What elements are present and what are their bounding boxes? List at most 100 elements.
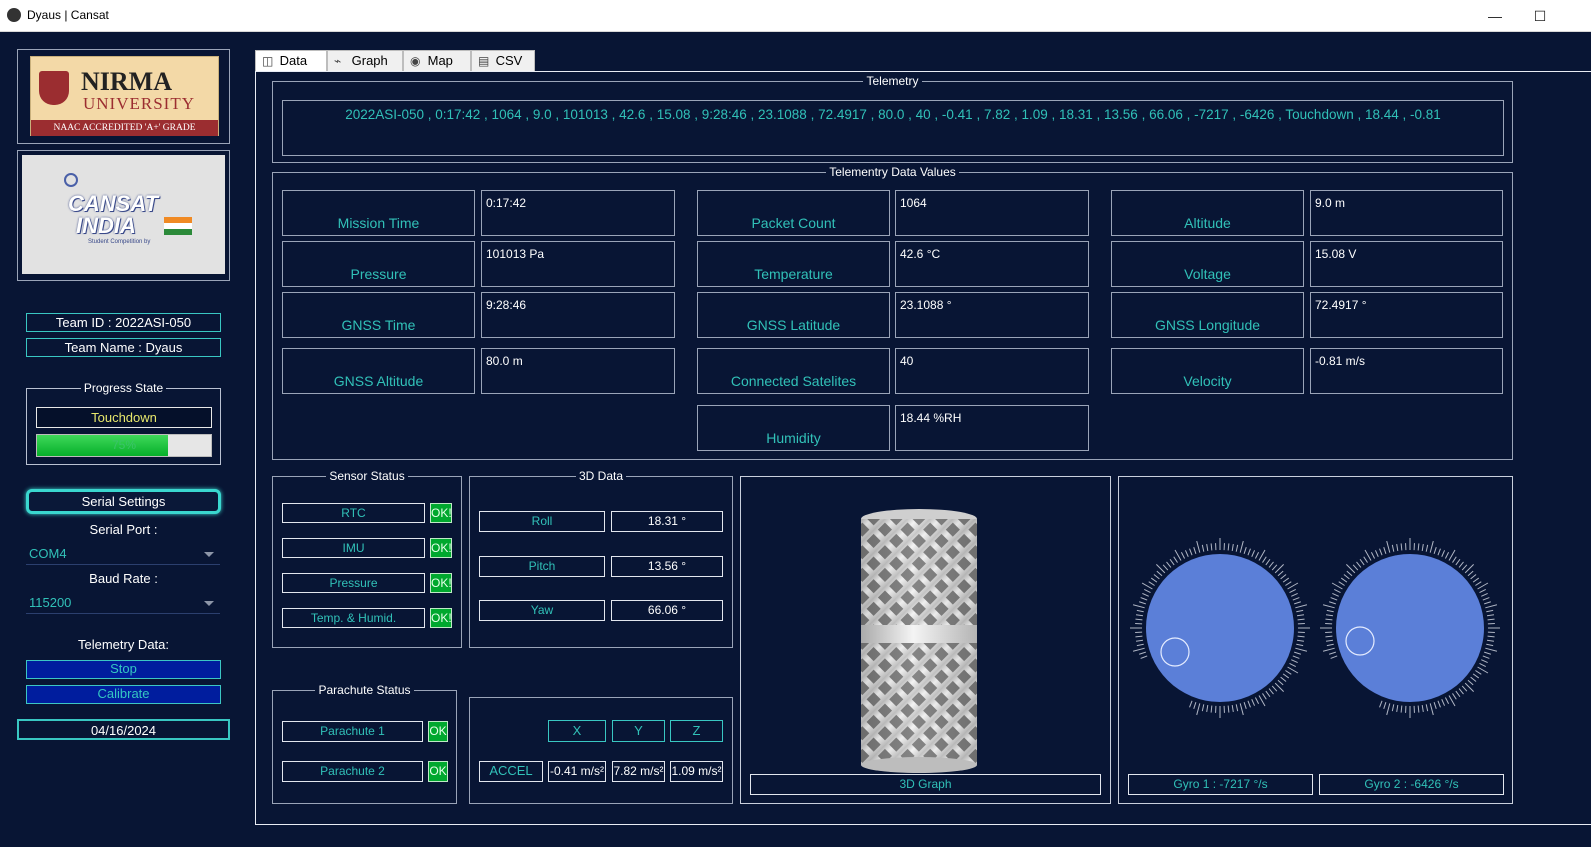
dial-tick — [1292, 597, 1300, 601]
velocity-label: Velocity — [1111, 348, 1304, 394]
dial-tick — [1289, 662, 1296, 668]
dial-tick — [1343, 574, 1350, 580]
dial-tick — [1338, 581, 1345, 586]
dial-tick — [1193, 702, 1197, 709]
dial-tick — [1295, 647, 1308, 652]
dial-tick — [1280, 676, 1287, 682]
gnss-latitude-value: 23.1088 ° — [895, 292, 1089, 338]
dial-tick — [1243, 702, 1247, 709]
temp-humid-ok-badge: OK! — [430, 608, 452, 628]
telemetry-group: Telemetry 2022ASI-050 , 0:17:42 , 1064 ,… — [272, 74, 1513, 163]
gyro-1-label: Gyro 1 : -7217 °/s — [1128, 774, 1313, 795]
minimize-button[interactable]: — — [1480, 4, 1510, 28]
humidity-label: Humidity — [697, 405, 890, 451]
chevron-down-icon — [204, 601, 214, 606]
dial-tick — [1467, 570, 1474, 577]
dial-tick — [1477, 666, 1489, 674]
telemetry-values-title: Telementry Data Values — [826, 165, 959, 179]
tab-map-label: Map — [427, 53, 453, 68]
dial-tick — [1470, 574, 1477, 580]
maximize-button[interactable]: ☐ — [1525, 4, 1555, 28]
dial-tick — [1189, 700, 1193, 708]
parachute-1-label: Parachute 1 — [282, 721, 423, 742]
parachute-1-ok-badge: OK — [428, 721, 448, 742]
packet-count-value: 1064 — [895, 190, 1089, 236]
dial-tick — [1144, 588, 1151, 594]
dial-tick — [1383, 547, 1387, 554]
dial-tick — [1277, 679, 1284, 686]
dial-tick — [1458, 688, 1464, 695]
dial-tick — [1235, 544, 1239, 552]
dial-tick — [1210, 543, 1213, 551]
tab-csv[interactable]: ▤ CSV — [471, 50, 535, 72]
serial-port-select[interactable]: COM4 — [26, 545, 220, 565]
dial-tick — [1429, 703, 1434, 716]
csv-icon: ▤ — [478, 54, 490, 68]
team-id-label: Team ID : 2022ASI-050 — [26, 313, 221, 332]
dial-tick — [1271, 564, 1278, 571]
dial-tick — [1452, 556, 1457, 563]
dial-tick — [1479, 662, 1486, 668]
dial-tick — [1444, 552, 1450, 559]
crest-icon — [39, 71, 69, 105]
velocity-value: -0.81 m/s — [1310, 348, 1503, 394]
dial-tick — [1441, 550, 1446, 557]
progress-state-title: Progress State — [80, 381, 167, 395]
dial-tick — [1400, 705, 1403, 713]
dial-tick — [1448, 549, 1456, 561]
team-name-label: Team Name : Dyaus — [26, 338, 221, 357]
dial-tick — [1325, 618, 1333, 621]
baud-rate-label: Baud Rate : — [89, 571, 158, 586]
dial-tick — [1280, 574, 1287, 580]
dial-tick — [1271, 685, 1278, 692]
dial-tick — [1291, 592, 1298, 597]
dial-tick — [1139, 651, 1146, 655]
tab-data[interactable]: ◫ Data — [255, 50, 327, 72]
tab-graph[interactable]: ⌁ Graph — [327, 50, 403, 72]
date-display: 04/16/2024 — [17, 719, 230, 740]
gnss-altitude-label: GNSS Altitude — [282, 348, 475, 394]
dial-tick — [1325, 639, 1334, 642]
university-logo-text: UNIVERSITY — [83, 94, 195, 113]
connected-satellites-value: 40 — [895, 348, 1089, 394]
mission-time-value: 0:17:42 — [481, 190, 675, 236]
tab-graph-label: Graph — [351, 53, 388, 68]
altitude-value: 9.0 m — [1310, 190, 1503, 236]
dial-tick — [1386, 540, 1391, 553]
tab-map[interactable]: ◉ Map — [403, 50, 471, 72]
dial-tick — [1486, 643, 1494, 647]
serial-settings-button[interactable]: Serial Settings — [26, 489, 221, 514]
dial-tick — [1265, 558, 1271, 566]
nirma-logo-frame: NIRMA UNIVERSITY NAAC ACCREDITED 'A+' GR… — [17, 49, 230, 144]
dial-tick — [1282, 577, 1290, 583]
gyro-1-dial[interactable] — [1127, 535, 1313, 721]
dial-tick — [1251, 550, 1256, 557]
nirma-logo-text: NIRMA — [81, 67, 172, 96]
stop-button[interactable]: Stop — [26, 660, 221, 679]
calibrate-button[interactable]: Calibrate — [26, 685, 221, 704]
sensor-status-title: Sensor Status — [326, 469, 408, 483]
dial-tick — [1437, 548, 1441, 556]
pressure-label: Pressure — [282, 241, 475, 287]
pitch-value: 13.56 ° — [611, 556, 723, 577]
gyro-2-dial[interactable] — [1317, 535, 1503, 721]
dial-tick — [1481, 659, 1488, 664]
dial-tick — [1201, 544, 1205, 552]
dial-tick — [1482, 597, 1490, 601]
dial-tick — [1294, 601, 1301, 605]
dial-tick — [1153, 574, 1160, 580]
baud-rate-select[interactable]: 115200 — [26, 594, 220, 614]
serial-port-value: COM4 — [29, 546, 67, 561]
dial-tick — [1487, 618, 1495, 621]
parachute-2-label: Parachute 2 — [282, 761, 423, 782]
baud-rate-value: 115200 — [29, 595, 72, 610]
dial-tick — [1486, 639, 1495, 642]
india-logo-text: INDIA — [76, 213, 136, 238]
dial-tick — [1135, 618, 1143, 621]
accel-group — [469, 697, 733, 804]
pressure-status-label: Pressure — [282, 573, 425, 593]
parachute-status-title: Parachute Status — [315, 683, 414, 697]
dial-tick — [1251, 699, 1256, 706]
dial-tick — [1139, 601, 1146, 605]
dial-tick — [1433, 702, 1437, 709]
